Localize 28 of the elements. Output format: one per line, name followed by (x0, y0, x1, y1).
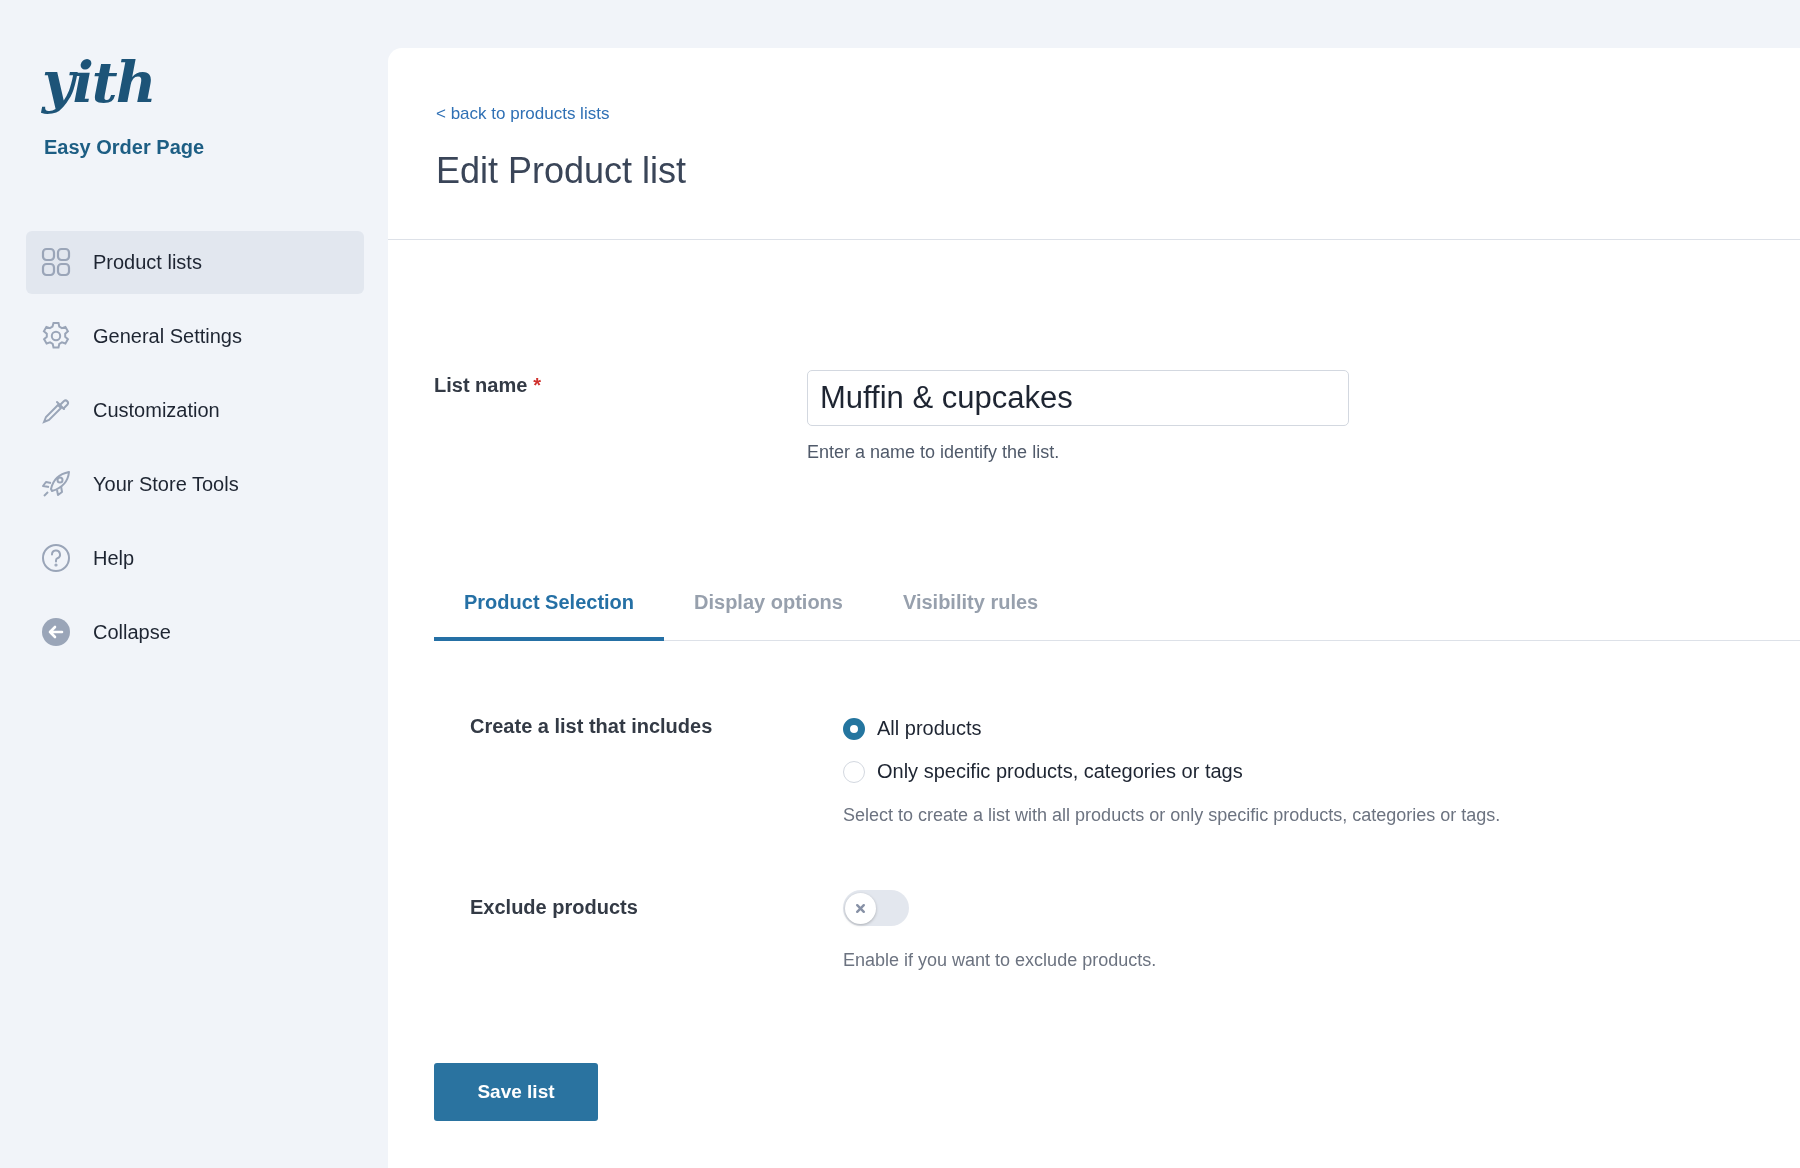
left-arrow-circle-icon (41, 617, 71, 648)
toggle-switch[interactable] (843, 890, 909, 926)
radio-option[interactable]: All products (843, 707, 982, 750)
logo: yith (42, 52, 155, 114)
tab[interactable]: Product Selection (434, 581, 665, 641)
field-hint: Select to create a list with all products or only specific products, categories or tags. (843, 805, 1501, 826)
sidebar-item[interactable]: Help (26, 526, 364, 590)
page-title: Edit Product list (436, 150, 687, 192)
sidebar-item[interactable]: Collapse (26, 600, 364, 664)
help-icon (41, 543, 71, 574)
field-hint: Enable if you want to exclude products. (843, 950, 1157, 971)
save-button[interactable]: Save list (434, 1063, 598, 1121)
radio-button[interactable] (843, 717, 865, 740)
sidebar-item[interactable]: Product lists (26, 230, 364, 294)
radio-option[interactable]: Only specific products, categories or tags (843, 750, 1243, 793)
list-name-field[interactable]: Muffin & cupcakes (807, 370, 1349, 426)
field-label: Create a list that includes (470, 714, 714, 739)
product-name: Easy Order Page (44, 135, 205, 159)
field-label: List name (434, 374, 528, 397)
field-hint: Enter a name to identify the list. (807, 442, 1061, 463)
x-icon (855, 902, 866, 914)
field-label: Exclude products (470, 895, 639, 920)
grid-icon (41, 247, 71, 278)
sidebar-item[interactable]: Your Store Tools (26, 452, 364, 516)
sidebar-item[interactable]: General Settings (26, 304, 364, 368)
sidebar-item[interactable]: Customization (26, 378, 364, 442)
required-mark: * (533, 374, 542, 397)
back-link[interactable]: < back to products lists (436, 104, 610, 124)
